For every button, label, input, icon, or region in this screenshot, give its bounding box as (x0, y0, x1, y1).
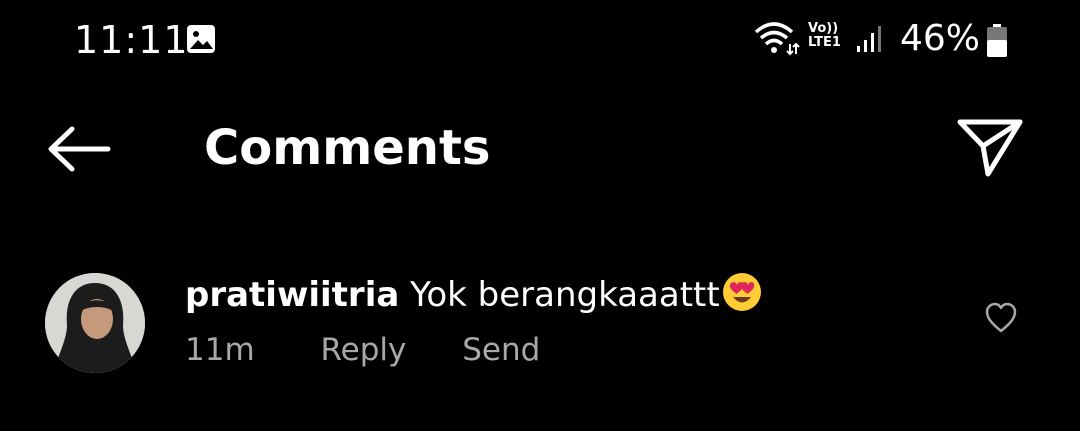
page-title: Comments (204, 120, 491, 176)
heart-icon[interactable] (984, 302, 1018, 338)
comment-body: pratiwiitria Yok berangkaaattt (185, 272, 762, 321)
arrow-left-icon[interactable] (46, 124, 112, 178)
avatar[interactable] (45, 273, 145, 373)
comments-header: Comments (0, 100, 1080, 200)
heart-eyes-emoji-icon (722, 272, 762, 321)
comment-item: pratiwiitria Yok berangkaaattt 11m Reply… (0, 262, 1080, 382)
send-button[interactable]: Send (462, 332, 540, 368)
status-time: 11:11 (74, 18, 189, 62)
battery-percent: 46% (900, 18, 981, 59)
battery-icon (986, 24, 1008, 62)
gallery-icon (186, 24, 216, 58)
status-bar: 11:11 Vo)) LTE1 46% (0, 0, 1080, 80)
signal-icon (856, 24, 886, 58)
paper-plane-icon[interactable] (956, 116, 1026, 182)
wifi-icon (752, 20, 800, 60)
volte-lte-icon: Vo)) LTE1 (808, 21, 841, 50)
comment-timestamp: 11m (185, 332, 255, 368)
comment-text: Yok berangkaaattt (410, 275, 720, 315)
comment-username[interactable]: pratiwiitria (185, 275, 399, 315)
comment-meta: 11m Reply Send (185, 332, 540, 368)
reply-button[interactable]: Reply (321, 332, 407, 368)
